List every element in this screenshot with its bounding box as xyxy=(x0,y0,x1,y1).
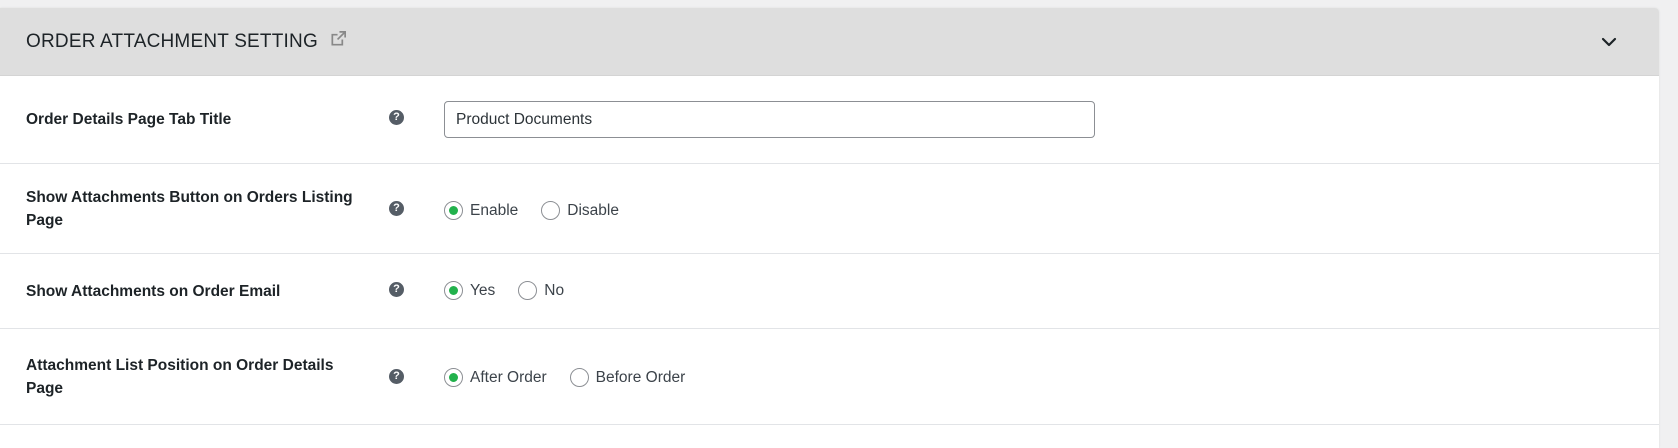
radio-label: After Order xyxy=(470,368,547,386)
radio-enable[interactable]: Enable xyxy=(444,201,518,220)
external-link-icon[interactable] xyxy=(329,29,348,48)
radio-label: Before Order xyxy=(595,368,686,386)
radio-label: Enable xyxy=(470,201,519,219)
radio-button[interactable] xyxy=(541,201,561,220)
help-icon[interactable]: ? xyxy=(389,369,404,384)
radio-label: No xyxy=(544,281,565,299)
setting-label: Attachment List Position on Order Detail… xyxy=(26,357,334,397)
radio-label: Yes xyxy=(470,281,496,299)
setting-label: Order Details Page Tab Title xyxy=(26,111,232,128)
setting-row-list-position: Attachment List Position on Order Detail… xyxy=(0,329,1659,425)
radio-button[interactable] xyxy=(569,368,589,387)
tab-title-input[interactable] xyxy=(444,101,1095,138)
setting-row-attachments-button: Show Attachments Button on Orders Listin… xyxy=(0,164,1659,254)
radio-label: Disable xyxy=(567,201,619,219)
help-icon[interactable]: ? xyxy=(389,201,404,216)
setting-label: Show Attachments Button on Orders Listin… xyxy=(26,189,353,229)
radio-button[interactable] xyxy=(518,281,538,300)
chevron-down-icon[interactable] xyxy=(1599,32,1619,52)
radio-button-checked[interactable] xyxy=(444,281,463,300)
settings-panel: ORDER ATTACHMENT SETTING Order Details P… xyxy=(0,8,1659,448)
panel-header[interactable]: ORDER ATTACHMENT SETTING xyxy=(0,8,1659,76)
help-icon[interactable]: ? xyxy=(389,282,404,297)
setting-row-tab-title: Order Details Page Tab Title ? xyxy=(0,76,1659,164)
setting-label: Show Attachments on Order Email xyxy=(26,283,281,300)
radio-no[interactable]: No xyxy=(518,281,564,300)
radio-after-order[interactable]: After Order xyxy=(444,368,547,387)
setting-row-order-email: Show Attachments on Order Email ? Yes No xyxy=(0,254,1659,329)
panel-title: ORDER ATTACHMENT SETTING xyxy=(26,30,318,52)
radio-button-checked[interactable] xyxy=(444,201,463,220)
radio-button-checked[interactable] xyxy=(444,368,463,387)
radio-yes[interactable]: Yes xyxy=(444,281,495,300)
help-icon[interactable]: ? xyxy=(389,110,404,125)
radio-before-order[interactable]: Before Order xyxy=(569,368,686,387)
radio-disable[interactable]: Disable xyxy=(541,201,619,220)
